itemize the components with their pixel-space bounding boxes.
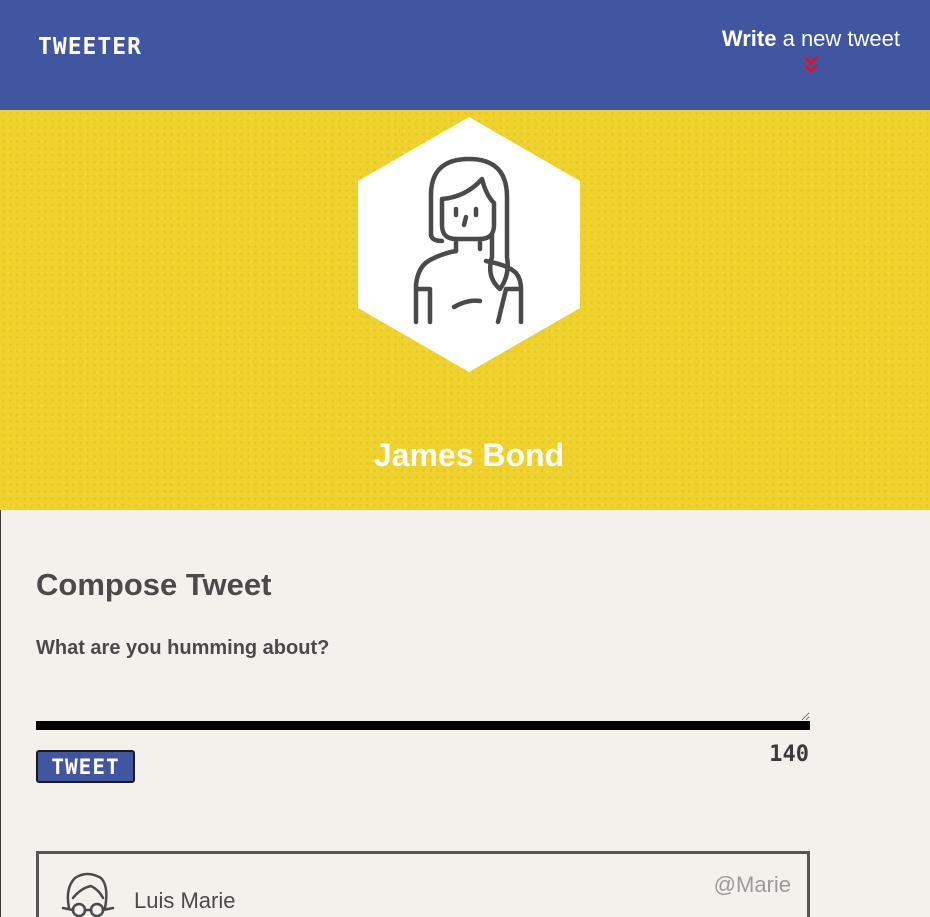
compose-title: Compose Tweet: [36, 567, 272, 602]
profile-name: James Bond: [373, 437, 565, 473]
tweet-prompt-label: What are you humming about?: [36, 637, 330, 659]
tweet-button[interactable]: TWEET: [36, 750, 135, 783]
brand-logo[interactable]: TWEETER: [38, 34, 142, 60]
tweet-card: Luis Marie @Marie: [36, 851, 810, 917]
write-new-tweet-link[interactable]: Write a new tweet: [722, 26, 900, 76]
tweet-author-name: Luis Marie: [134, 888, 236, 913]
character-counter: 140: [769, 742, 809, 767]
tweet-author-handle: @Marie: [713, 872, 791, 897]
profile-header: James Bond: [0, 110, 930, 510]
write-new-tweet-rest: a new tweet: [776, 26, 900, 51]
woman-avatar-icon: [358, 117, 580, 372]
man-with-glasses-avatar-icon: [61, 872, 115, 917]
write-new-tweet-bold: Write: [721, 26, 777, 51]
top-nav: TWEETER Write a new tweet: [0, 0, 930, 110]
main-content: Compose Tweet What are you humming about…: [0, 510, 930, 917]
tweet-textarea[interactable]: [36, 670, 810, 730]
double-chevron-down-icon: [803, 55, 818, 74]
